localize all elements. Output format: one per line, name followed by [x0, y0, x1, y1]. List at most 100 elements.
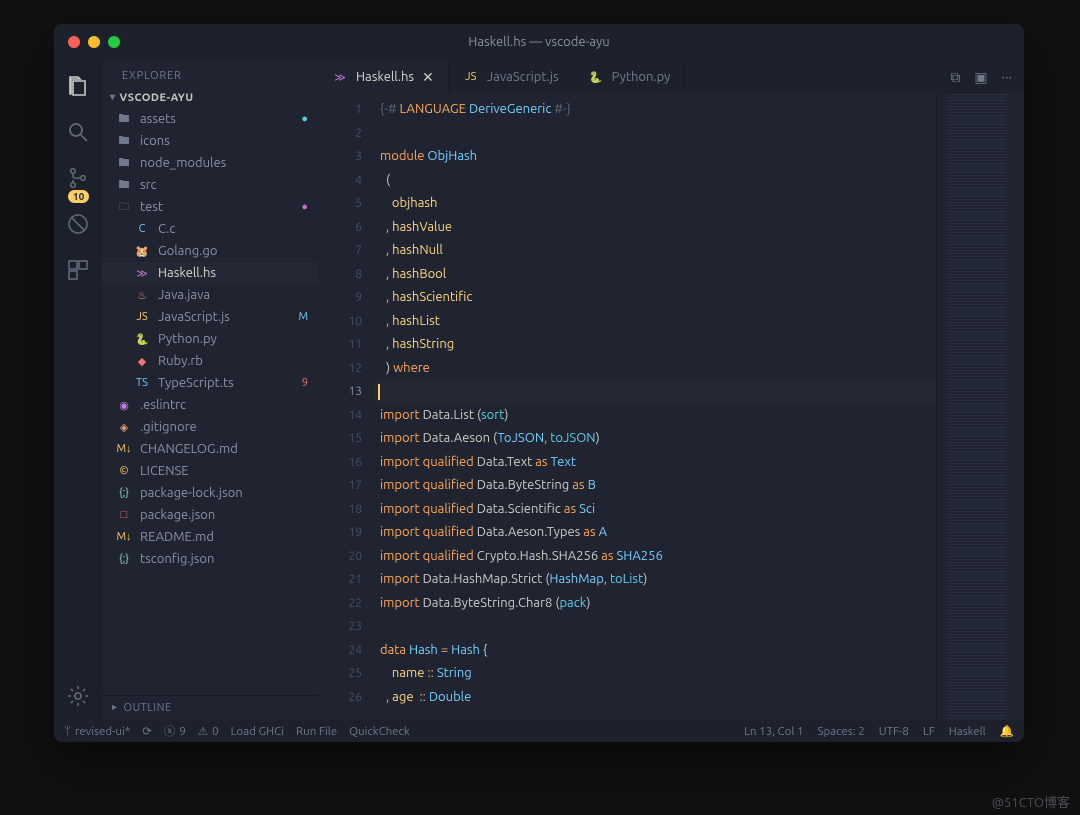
status-revised-ui-[interactable]: ᛘrevised-ui*	[64, 723, 130, 739]
tree-item-test[interactable]: 🗀test●	[102, 196, 318, 218]
source-control-icon[interactable]	[66, 166, 90, 190]
tab-Haskell-hs[interactable]: ≫Haskell.hs✕	[318, 60, 449, 94]
code-line-5[interactable]: objhash	[374, 192, 936, 216]
explorer-icon[interactable]	[66, 74, 90, 98]
tree-item-JavaScript-js[interactable]: JSJavaScript.jsM	[102, 306, 318, 328]
status-9[interactable]: ⓧ9	[164, 723, 186, 739]
more-icon[interactable]: ···	[1002, 69, 1012, 85]
tree-item-decoration: M	[298, 311, 308, 323]
workspace-header[interactable]: VSCODE-AYU	[102, 88, 318, 108]
file-tree: 🖿assets●🖿icons🖿node_modules🖿src🗀test●CC.…	[102, 108, 318, 695]
activity-bar: 10	[54, 60, 102, 720]
code-line-20[interactable]: import qualified Crypto.Hash.SHA256 as S…	[374, 545, 936, 569]
editor-group: ≫Haskell.hs✕JSJavaScript.js🐍Python.py ⧉ …	[318, 60, 1024, 720]
tree-item-label: TypeScript.ts	[158, 376, 234, 390]
code-line-16[interactable]: import qualified Data.Text as Text	[374, 451, 936, 475]
close-window-button[interactable]	[68, 36, 80, 48]
tree-item-LICENSE[interactable]: ©LICENSE	[102, 460, 318, 482]
tree-item-assets[interactable]: 🖿assets●	[102, 108, 318, 130]
status-spaces-2[interactable]: Spaces: 2	[817, 724, 864, 738]
tree-item-Python-py[interactable]: 🐍Python.py	[102, 328, 318, 350]
js-icon: JS	[463, 69, 479, 85]
tree-item--eslintrc[interactable]: ◉.eslintrc	[102, 394, 318, 416]
close-icon[interactable]: ✕	[422, 69, 434, 86]
status-sync[interactable]: ⟳	[142, 723, 152, 739]
minimize-window-button[interactable]	[88, 36, 100, 48]
code-line-17[interactable]: import qualified Data.ByteString as B	[374, 474, 936, 498]
tree-item-package-lock-json[interactable]: {;}package-lock.json	[102, 482, 318, 504]
code-line-18[interactable]: import qualified Data.Scientific as Sci	[374, 498, 936, 522]
code-line-1[interactable]: {-# LANGUAGE DeriveGeneric #-}	[374, 98, 936, 122]
hs-icon: ≫	[134, 265, 150, 281]
status-0[interactable]: ⚠0	[198, 723, 219, 739]
code-line-22[interactable]: import Data.ByteString.Char8 (pack)	[374, 592, 936, 616]
code-line-26[interactable]: , age :: Double	[374, 686, 936, 710]
tree-item-decoration: ●	[301, 113, 308, 125]
search-icon[interactable]	[66, 120, 90, 144]
c-icon: C	[134, 221, 150, 237]
code-line-24[interactable]: data Hash = Hash {	[374, 639, 936, 663]
tree-item-CHANGELOG-md[interactable]: M↓CHANGELOG.md	[102, 438, 318, 460]
code-line-11[interactable]: , hashString	[374, 333, 936, 357]
code-line-9[interactable]: , hashScientific	[374, 286, 936, 310]
extensions-icon[interactable]	[66, 258, 90, 282]
split-editor-icon[interactable]: ▣	[974, 69, 987, 86]
code-line-7[interactable]: , hashNull	[374, 239, 936, 263]
status-ln-13-col-1[interactable]: Ln 13, Col 1	[744, 724, 803, 738]
code-line-8[interactable]: , hashBool	[374, 263, 936, 287]
code-line-25[interactable]: name :: String	[374, 662, 936, 686]
code-line-6[interactable]: , hashValue	[374, 216, 936, 240]
tree-item-C-c[interactable]: CC.c	[102, 218, 318, 240]
code-line-23[interactable]	[374, 615, 936, 639]
tree-item-decoration: ●	[301, 201, 308, 213]
tree-item-label: Golang.go	[158, 244, 217, 258]
tree-item-node_modules[interactable]: 🖿node_modules	[102, 152, 318, 174]
code-line-15[interactable]: import Data.Aeson (ToJSON, toJSON)	[374, 427, 936, 451]
tab-JavaScript-js[interactable]: JSJavaScript.js	[449, 60, 574, 94]
tree-item-README-md[interactable]: M↓README.md	[102, 526, 318, 548]
tree-item-Golang-go[interactable]: 🐹Golang.go	[102, 240, 318, 262]
py-icon: 🐍	[588, 69, 604, 85]
debug-icon[interactable]	[66, 212, 90, 236]
tree-item-icons[interactable]: 🖿icons	[102, 130, 318, 152]
code-line-21[interactable]: import Data.HashMap.Strict (HashMap, toL…	[374, 568, 936, 592]
tree-item-src[interactable]: 🖿src	[102, 174, 318, 196]
status-quickcheck[interactable]: QuickCheck	[349, 723, 410, 739]
tree-item-TypeScript-ts[interactable]: TSTypeScript.ts9	[102, 372, 318, 394]
tree-item-label: .eslintrc	[140, 398, 186, 412]
code-line-19[interactable]: import qualified Data.Aeson.Types as A	[374, 521, 936, 545]
tree-item-tsconfig-json[interactable]: {;}tsconfig.json	[102, 548, 318, 570]
code-line-12[interactable]: ) where	[374, 357, 936, 381]
editor[interactable]: 1234567891011121314151617181920212223242…	[318, 94, 1024, 720]
status-lf[interactable]: LF	[923, 724, 935, 738]
tree-item-Java-java[interactable]: ♨Java.java	[102, 284, 318, 306]
code-area[interactable]: {-# LANGUAGE DeriveGeneric #-} module Obj…	[374, 94, 936, 720]
code-line-10[interactable]: , hashList	[374, 310, 936, 334]
tree-item-package-json[interactable]: □package.json	[102, 504, 318, 526]
compare-icon[interactable]: ⧉	[950, 69, 960, 86]
code-line-14[interactable]: import Data.List (sort)	[374, 404, 936, 428]
code-line-4[interactable]: (	[374, 169, 936, 193]
gear-icon[interactable]	[66, 684, 90, 708]
tree-item-Haskell-hs[interactable]: ≫Haskell.hs	[102, 262, 318, 284]
status-bell[interactable]: 🔔	[1000, 724, 1014, 738]
code-line-3[interactable]: module ObjHash	[374, 145, 936, 169]
status-run-file[interactable]: Run File	[296, 723, 337, 739]
tree-item-Ruby-rb[interactable]: ◆Ruby.rb	[102, 350, 318, 372]
tree-item--gitignore[interactable]: ◈.gitignore	[102, 416, 318, 438]
minimap[interactable]	[936, 94, 1024, 720]
warn-icon: ⚠	[198, 724, 208, 738]
status-load-ghci[interactable]: Load GHCi	[231, 723, 284, 739]
outline-header[interactable]: OUTLINE	[102, 695, 318, 720]
sidebar-title: EXPLORER	[102, 60, 318, 88]
window-title: Haskell.hs — vscode-ayu	[54, 35, 1024, 49]
scm-badge: 10	[68, 190, 89, 203]
status-haskell[interactable]: Haskell	[949, 724, 986, 738]
code-line-13[interactable]	[374, 380, 936, 404]
status-utf-8[interactable]: UTF-8	[879, 724, 909, 738]
code-line-2[interactable]	[374, 122, 936, 146]
tree-item-label: assets	[140, 112, 176, 126]
workbench: 10 EXPLORER VSCODE-AYU 🖿assets●🖿icons🖿no…	[54, 60, 1024, 720]
maximize-window-button[interactable]	[108, 36, 120, 48]
tab-Python-py[interactable]: 🐍Python.py	[574, 60, 686, 94]
